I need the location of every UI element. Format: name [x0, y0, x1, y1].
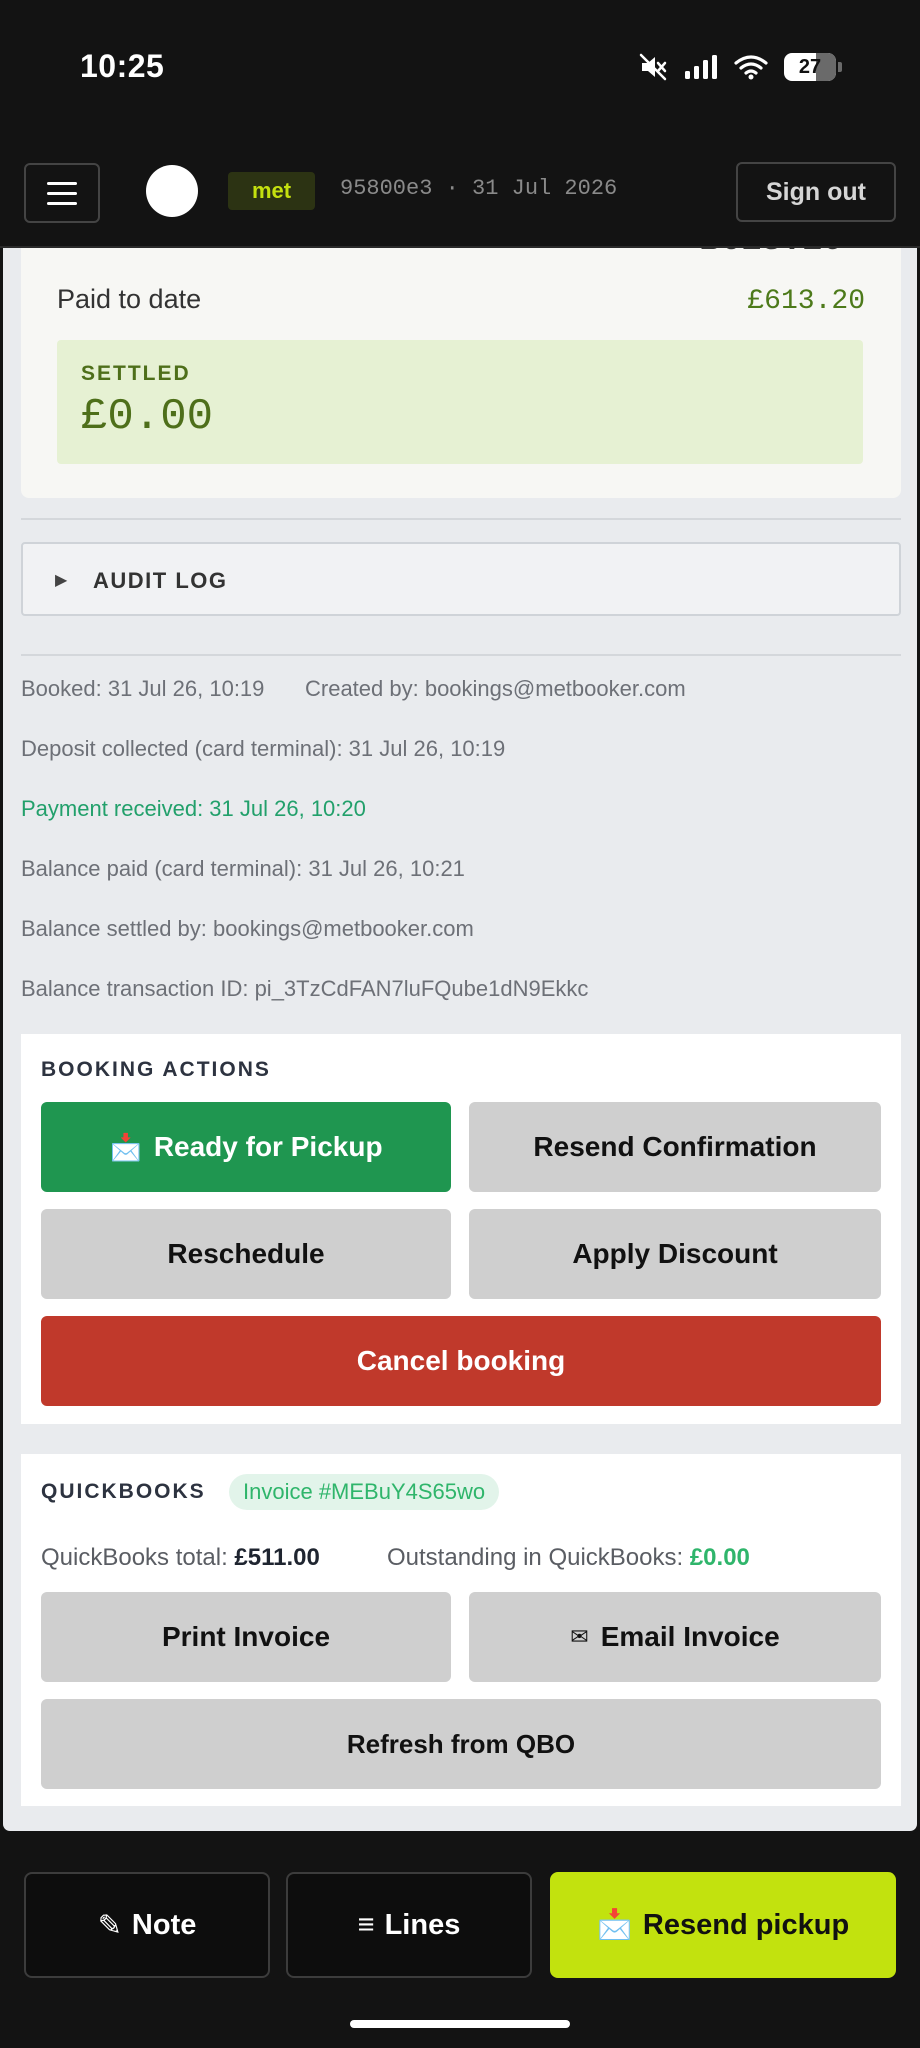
log-balance-paid: Balance paid (card terminal): 31 Jul 26,… [21, 856, 465, 881]
envelope-icon: 📩 [109, 1131, 142, 1162]
lines-button[interactable]: ≡ Lines [286, 1872, 532, 1978]
hamburger-icon [47, 181, 77, 185]
quickbooks-total-value: £511.00 [234, 1544, 320, 1571]
status-bar: 10:25 27 [0, 0, 920, 140]
email-invoice-label: Email Invoice [600, 1621, 780, 1652]
mute-icon [639, 53, 667, 81]
expand-arrow-icon: ▶ [55, 572, 68, 589]
envelope-icon: 📩 [596, 1909, 633, 1941]
paid-to-date-value: £613.20 [747, 286, 865, 317]
resend-pickup-button[interactable]: 📩 Resend pickup [550, 1872, 896, 1978]
invoice-badge[interactable]: Invoice #MEBuY4S65wo [229, 1474, 500, 1510]
cancel-booking-button[interactable]: Cancel booking [41, 1316, 881, 1406]
brand-badge: met [228, 172, 316, 210]
print-invoice-button[interactable]: Print Invoice [41, 1592, 451, 1682]
quickbooks-total-label: QuickBooks total: [41, 1544, 228, 1571]
signal-icon [685, 55, 717, 79]
quickbooks-total: QuickBooks total: £511.00 [41, 1544, 320, 1572]
log-created-by: Created by: bookings@metbooker.com [305, 676, 686, 701]
wifi-icon [734, 55, 768, 80]
divider [21, 654, 901, 656]
total-amount: £613.20 [700, 248, 843, 260]
app-header: met 95800e3 · 31 Jul 2026 Sign out [0, 140, 920, 248]
settled-value: £0.00 [81, 392, 214, 442]
log-transaction-id: Balance transaction ID: pi_3TzCdFAN7luFQ… [21, 976, 589, 1001]
email-icon: ✉ [570, 1624, 589, 1649]
apply-discount-button[interactable]: Apply Discount [469, 1209, 881, 1299]
status-time: 10:25 [80, 48, 165, 84]
note-button[interactable]: ✎ Note [24, 1872, 270, 1978]
booking-actions-title: BOOKING ACTIONS [41, 1058, 271, 1081]
sign-out-button[interactable]: Sign out [736, 162, 896, 222]
booking-reference: 95800e3 · 31 Jul 2026 [340, 176, 618, 201]
battery-icon: 27 [784, 53, 842, 81]
resend-pickup-label: Resend pickup [642, 1908, 850, 1941]
log-balance-settled-by: Balance settled by: bookings@metbooker.c… [21, 916, 474, 941]
ready-for-pickup-button[interactable]: 📩 Ready for Pickup [41, 1102, 451, 1192]
log-payment-received: Payment received: 31 Jul 26, 10:20 [21, 796, 366, 821]
menu-button[interactable] [24, 163, 100, 223]
refresh-from-qbo-button[interactable]: Refresh from QBO [41, 1699, 881, 1789]
quickbooks-outstanding-value: £0.00 [689, 1544, 750, 1571]
home-indicator[interactable] [350, 2020, 570, 2028]
resend-confirmation-button[interactable]: Resend Confirmation [469, 1102, 881, 1192]
ready-for-pickup-label: Ready for Pickup [153, 1131, 383, 1162]
note-label: Note [131, 1908, 197, 1941]
quickbooks-outstanding-label: Outstanding in QuickBooks: [387, 1544, 684, 1571]
reschedule-button[interactable]: Reschedule [41, 1209, 451, 1299]
payment-summary-card: £613.20 Paid to date £613.20 SETTLED £0.… [21, 248, 901, 498]
audit-log-title: AUDIT LOG [93, 568, 228, 593]
pencil-icon: ✎ [97, 1909, 122, 1942]
avatar[interactable] [146, 165, 198, 217]
quickbooks-outstanding: Outstanding in QuickBooks: £0.00 [387, 1544, 750, 1572]
quickbooks-panel: QUICKBOOKS Invoice #MEBuY4S65wo QuickBoo… [21, 1454, 901, 1806]
divider [21, 518, 901, 520]
settled-label: SETTLED [81, 362, 191, 385]
status-icons: 27 [638, 52, 842, 82]
battery-level: 27 [798, 55, 822, 78]
lines-label: Lines [384, 1908, 461, 1941]
paid-to-date-label: Paid to date [57, 284, 202, 314]
list-icon: ≡ [357, 1908, 375, 1941]
log-deposit: Deposit collected (card terminal): 31 Ju… [21, 736, 506, 761]
booking-actions-panel: BOOKING ACTIONS 📩 Ready for Pickup Resen… [21, 1034, 901, 1424]
audit-log-toggle[interactable]: ▶ AUDIT LOG [21, 542, 901, 616]
settled-box: SETTLED £0.00 [57, 340, 863, 464]
email-invoice-button[interactable]: ✉ Email Invoice [469, 1592, 881, 1682]
bottom-toolbar: ✎ Note ≡ Lines 📩 Resend pickup [0, 1836, 920, 2048]
booking-detail[interactable]: £613.20 Paid to date £613.20 SETTLED £0.… [0, 248, 920, 1834]
log-booked: Booked: 31 Jul 26, 10:19 [21, 676, 265, 701]
quickbooks-title: QUICKBOOKS [41, 1480, 206, 1503]
